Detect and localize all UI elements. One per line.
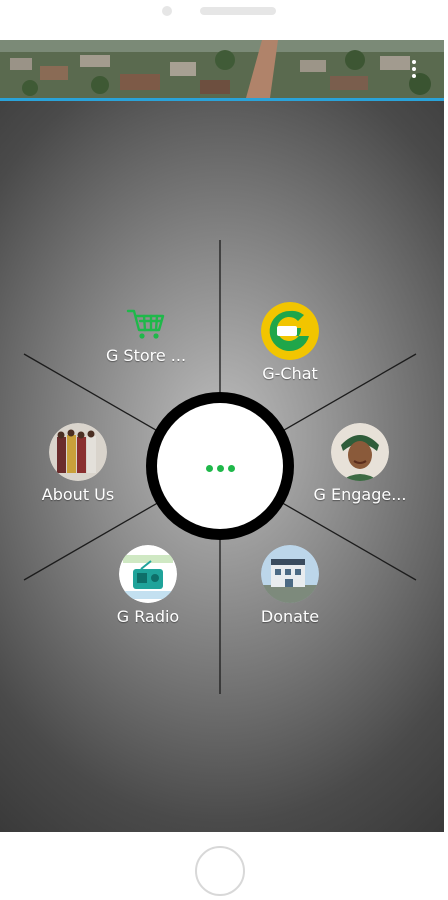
- app-screen: G Store ... G-Chat About Us G Engage... …: [0, 40, 444, 832]
- menu-item-g-store[interactable]: G Store ...: [96, 308, 196, 365]
- menu-item-g-engage[interactable]: G Engage...: [305, 423, 415, 504]
- menu-item-g-radio[interactable]: G Radio: [98, 545, 198, 626]
- camera-icon: [162, 6, 172, 16]
- building-photo-icon: [261, 545, 319, 603]
- menu-item-label: G-Chat: [262, 364, 318, 383]
- menu-item-about-us[interactable]: About Us: [28, 423, 128, 504]
- woman-photo-icon: [331, 423, 389, 481]
- cart-icon: [126, 309, 165, 339]
- more-dots-icon: [204, 457, 237, 476]
- menu-item-label: About Us: [41, 485, 115, 504]
- menu-item-label: G Radio: [116, 607, 180, 626]
- radio-icon: [119, 545, 177, 603]
- menu-item-label: Donate: [260, 607, 320, 626]
- group-photo-icon: [49, 423, 107, 481]
- speaker-grille: [200, 7, 276, 15]
- home-button[interactable]: [195, 846, 245, 896]
- center-menu-button[interactable]: [157, 403, 283, 529]
- menu-item-label: G Store ...: [105, 346, 187, 365]
- menu-item-donate[interactable]: Donate: [240, 545, 340, 626]
- phone-frame: G Store ... G-Chat About Us G Engage... …: [0, 0, 448, 900]
- gchat-logo-icon: [261, 302, 319, 360]
- menu-item-label: G Engage...: [313, 485, 407, 504]
- menu-item-g-chat[interactable]: G-Chat: [240, 302, 340, 383]
